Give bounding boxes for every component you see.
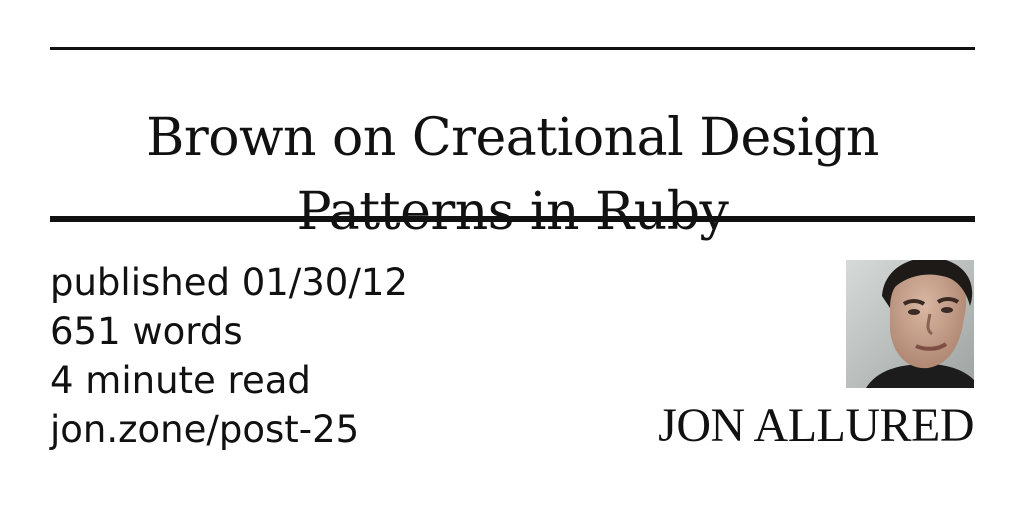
post-url: jon.zone/post-25: [50, 408, 360, 451]
bottom-rule: [50, 216, 975, 222]
title-line-2: Patterns in Ruby: [296, 181, 729, 242]
author-avatar: [846, 260, 974, 388]
read-time: 4 minute read: [50, 359, 311, 402]
post-title: Brown on Creational Design Patterns in R…: [50, 101, 975, 249]
author-portrait-icon: [846, 260, 974, 388]
title-line-1: Brown on Creational Design: [146, 107, 879, 168]
word-count: 651 words: [50, 310, 243, 353]
post-meta: published 01/30/12 651 words 4 minute re…: [50, 258, 408, 454]
author-name: JON ALLURED: [658, 399, 974, 452]
published-date: published 01/30/12: [50, 261, 408, 304]
top-rule: [50, 47, 975, 50]
